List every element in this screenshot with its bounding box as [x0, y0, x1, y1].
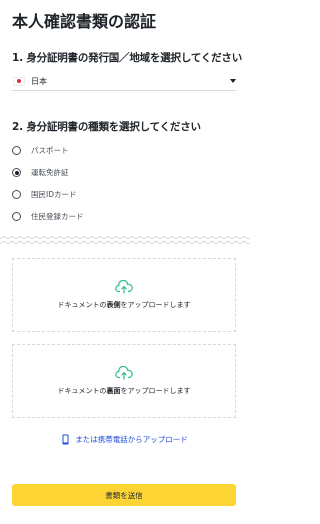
japan-flag-icon	[13, 76, 25, 86]
radio-label: 運転免許証	[31, 168, 69, 177]
country-select-value: 日本	[31, 76, 47, 86]
page-title: 本人確認書類の認証	[12, 12, 157, 31]
radio-button[interactable]	[12, 190, 21, 199]
upload-front-dropzone[interactable]: ドキュメントの表側をアップロードします	[12, 258, 236, 332]
mobile-phone-icon	[62, 434, 69, 445]
country-select[interactable]: 日本	[12, 72, 236, 91]
radio-option-residence-card[interactable]: 住民登録カード	[12, 211, 84, 222]
upload-back-label: ドキュメントの裏面をアップロードします	[57, 387, 191, 395]
radio-label: パスポート	[31, 146, 69, 155]
zigzag-divider	[0, 236, 250, 245]
radio-button[interactable]	[12, 212, 21, 221]
mobile-upload-label: または携帯電話からアップロード	[75, 435, 188, 444]
caret-down-icon	[230, 79, 236, 83]
cloud-upload-icon	[115, 366, 133, 380]
radio-label: 国民IDカード	[31, 190, 77, 199]
upload-front-label: ドキュメントの表側をアップロードします	[57, 301, 191, 309]
upload-back-dropzone[interactable]: ドキュメントの裏面をアップロードします	[12, 344, 236, 418]
cloud-upload-icon	[115, 280, 133, 294]
radio-option-passport[interactable]: パスポート	[12, 145, 69, 156]
submit-documents-button[interactable]: 書類を送信	[12, 484, 236, 506]
radio-button[interactable]	[12, 146, 21, 155]
mobile-upload-link[interactable]: または携帯電話からアップロード	[0, 434, 250, 445]
radio-label: 住民登録カード	[31, 212, 84, 221]
radio-option-drivers-license[interactable]: 運転免許証	[12, 167, 69, 178]
document-type-heading: 2. 身分証明書の種類を選択してください	[12, 121, 201, 133]
radio-button-checked[interactable]	[12, 168, 21, 177]
radio-option-national-id[interactable]: 国民IDカード	[12, 189, 77, 200]
issuing-country-heading: 1. 身分証明書の発行国／地域を選択してください	[12, 52, 243, 64]
